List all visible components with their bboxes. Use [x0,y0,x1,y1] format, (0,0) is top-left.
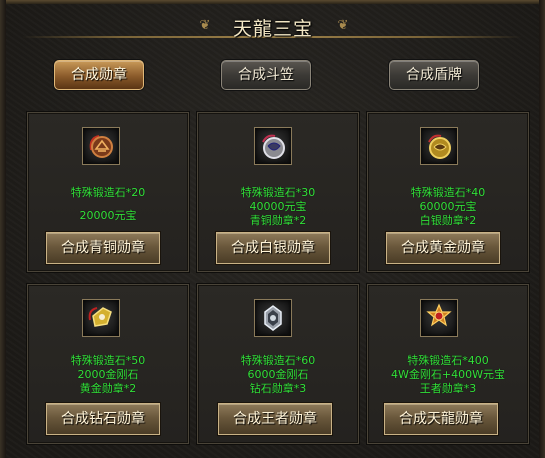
panel-border-left [0,0,6,458]
craft-gold-medal-button[interactable]: 合成黄金勋章 [386,232,500,264]
craft-bronze-medal-button[interactable]: 合成青铜勋章 [46,232,160,264]
panel-border-top [0,0,545,4]
card-tianlong-medal: 特殊锻造石*400 4W金刚石+400W元宝 王者勋章*3 合成天龍勋章 [367,284,529,444]
craft-diamond-medal-button[interactable]: 合成钻石勋章 [46,403,160,435]
requirement-line: 特殊锻造石*30 [240,186,316,199]
requirement-line: 6000金刚石 [247,368,309,381]
requirement-line: 白银勋章*2 [419,214,477,227]
card-gold-medal: 特殊锻造石*40 60000元宝 白银勋章*2 合成黄金勋章 [367,112,529,272]
silver-medal-icon [254,127,292,165]
requirement-line: 特殊锻造石*60 [240,354,316,367]
gold-medal-icon [420,127,458,165]
craft-silver-medal-button[interactable]: 合成白银勋章 [216,232,330,264]
panel-border-right [539,0,545,458]
title-ornament-right-icon: ❦ [337,18,349,33]
card-king-medal: 特殊锻造石*60 6000金刚石 钻石勋章*3 合成王者勋章 [197,284,359,444]
requirement-line: 钻石勋章*3 [249,382,307,395]
bronze-medal-icon [82,127,120,165]
requirement-line: 4W金刚石+400W元宝 [391,368,505,381]
card-diamond-medal: 特殊锻造石*50 2000金刚石 黄金勋章*2 合成钻石勋章 [27,284,189,444]
tab-hat[interactable]: 合成斗笠 [221,60,311,90]
panel-frame: ❦ 天龍三宝 ❦ 合成勋章 合成斗笠 合成盾牌 特殊锻造石*20 20000元宝… [0,0,545,458]
requirement-line: 60000元宝 [419,200,477,213]
requirement-line: 特殊锻造石*400 [407,354,489,367]
requirement-line: 特殊锻造石*50 [70,354,146,367]
diamond-medal-icon [82,299,120,337]
craft-king-medal-button[interactable]: 合成王者勋章 [218,403,332,435]
card-bronze-medal: 特殊锻造石*20 20000元宝 合成青铜勋章 [27,112,189,272]
requirement-line: 特殊锻造石*40 [410,186,486,199]
requirement-line: 特殊锻造石*20 [70,186,146,199]
requirement-line: 王者勋章*3 [419,382,477,395]
title-bar: ❦ 天龍三宝 ❦ [150,6,396,44]
craft-tianlong-medal-button[interactable]: 合成天龍勋章 [384,403,498,435]
card-silver-medal: 特殊锻造石*30 40000元宝 青铜勋章*2 合成白银勋章 [197,112,359,272]
tab-medal[interactable]: 合成勋章 [54,60,144,90]
king-medal-icon [254,299,292,337]
requirement-line: 2000金刚石 [77,368,139,381]
requirement-line: 黄金勋章*2 [79,382,137,395]
requirement-line: 40000元宝 [249,200,307,213]
tab-shield[interactable]: 合成盾牌 [389,60,479,90]
requirement-line: 20000元宝 [79,209,137,222]
tianlong-medal-icon [420,299,458,337]
panel-title: 天龍三宝 [232,18,313,40]
requirement-line: 青铜勋章*2 [249,214,307,227]
